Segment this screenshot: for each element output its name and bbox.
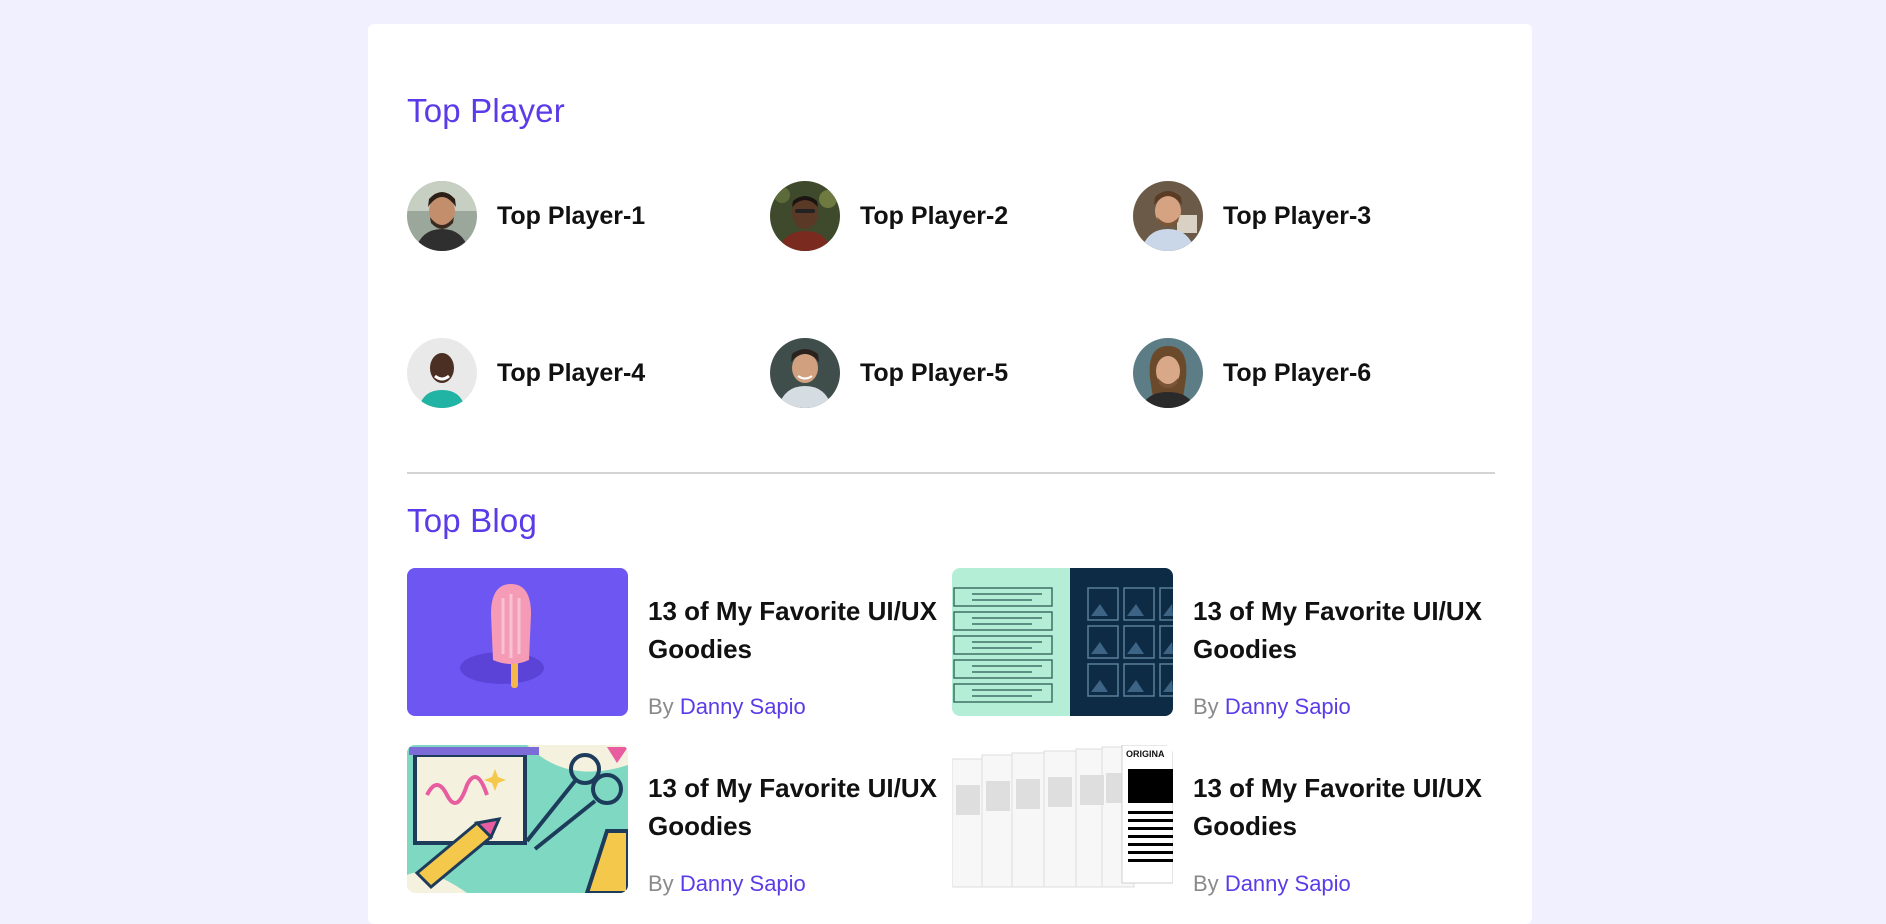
byline-prefix: By <box>1193 871 1219 896</box>
top-player-heading: Top Player <box>407 92 565 129</box>
player-card[interactable]: Top Player-2 <box>770 181 1008 251</box>
blog-title[interactable]: 13 of My Favorite UI/UX Goodies <box>648 769 948 845</box>
author-link[interactable]: Danny Sapio <box>680 694 806 719</box>
byline-prefix: By <box>1193 694 1219 719</box>
blog-card[interactable]: 13 of My Favorite UI/UX Goodies By Danny… <box>952 568 1493 720</box>
popsicle-icon[interactable] <box>407 568 628 716</box>
player-card[interactable]: Top Player-1 <box>407 181 645 251</box>
byline-prefix: By <box>648 871 674 896</box>
player-card[interactable]: Top Player-4 <box>407 338 645 408</box>
top-blog-heading: Top Blog <box>407 502 538 539</box>
player-card[interactable]: Top Player-5 <box>770 338 1008 408</box>
player-name: Top Player-2 <box>860 201 1009 230</box>
player-name: Top Player-4 <box>497 358 646 387</box>
player-name: Top Player-3 <box>1223 201 1372 230</box>
crayon-scissors-icon[interactable] <box>407 745 628 893</box>
original-pages-icon[interactable]: ORIGINA <box>952 745 1173 893</box>
blog-byline: By Danny Sapio <box>1193 871 1351 897</box>
blog-title[interactable]: 13 of My Favorite UI/UX Goodies <box>1193 592 1493 668</box>
section-divider <box>407 472 1495 474</box>
content-card: Top Player Top Player-1 Top Player-2 Top… <box>368 24 1532 924</box>
blog-title[interactable]: 13 of My Favorite UI/UX Goodies <box>1193 769 1493 845</box>
player-card[interactable]: Top Player-6 <box>1133 338 1371 408</box>
blog-card[interactable]: 13 of My Favorite UI/UX Goodies By Danny… <box>407 568 948 720</box>
player-avatar <box>407 181 477 251</box>
blog-byline: By Danny Sapio <box>648 694 806 720</box>
player-avatar <box>407 338 477 408</box>
byline-prefix: By <box>648 694 674 719</box>
player-name: Top Player-5 <box>860 358 1009 387</box>
thumb-label: ORIGINA <box>1126 749 1165 759</box>
blog-card[interactable]: ORIGINA 13 of My Favorite UI/UX Goodies … <box>952 745 1493 897</box>
blog-title[interactable]: 13 of My Favorite UI/UX Goodies <box>648 592 948 668</box>
player-avatar <box>1133 181 1203 251</box>
blog-byline: By Danny Sapio <box>648 871 806 897</box>
wireframe-grid-icon[interactable] <box>952 568 1173 716</box>
blog-byline: By Danny Sapio <box>1193 694 1351 720</box>
author-link[interactable]: Danny Sapio <box>680 871 806 896</box>
player-name: Top Player-1 <box>497 201 646 230</box>
player-card[interactable]: Top Player-3 <box>1133 181 1371 251</box>
player-name: Top Player-6 <box>1223 358 1372 387</box>
player-avatar <box>1133 338 1203 408</box>
player-avatar <box>770 181 840 251</box>
blog-card[interactable]: 13 of My Favorite UI/UX Goodies By Danny… <box>407 745 948 897</box>
author-link[interactable]: Danny Sapio <box>1225 871 1351 896</box>
author-link[interactable]: Danny Sapio <box>1225 694 1351 719</box>
player-avatar <box>770 338 840 408</box>
